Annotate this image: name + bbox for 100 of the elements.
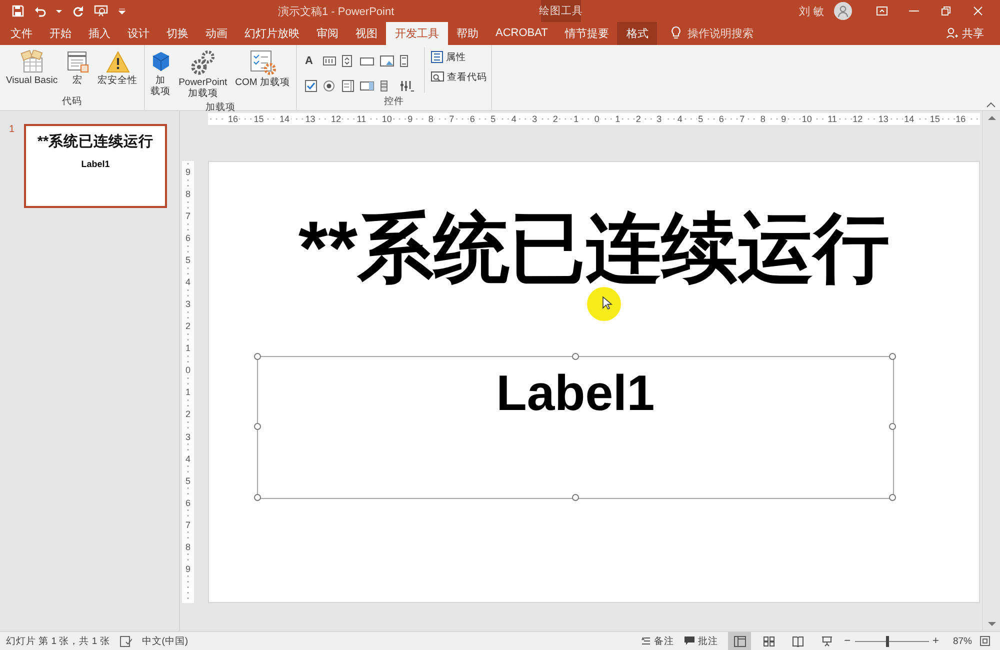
lightbulb-icon (671, 26, 682, 40)
resize-handle[interactable] (889, 423, 896, 430)
resize-handle[interactable] (254, 352, 261, 360)
ruler-number: 8 (184, 542, 192, 552)
ribbon-tab[interactable]: 开发工具 (386, 22, 448, 45)
ribbon-button-label[interactable]: 宏安全性 (98, 74, 138, 86)
code-editor-icon[interactable] (18, 50, 45, 74)
ruler-number: 5 (697, 114, 704, 124)
person-icon (946, 27, 958, 40)
ruler-number: 1 (184, 343, 192, 354)
option-button-icon[interactable] (322, 80, 335, 92)
label-text: Label1 (496, 364, 655, 423)
presentation-icon[interactable] (820, 636, 833, 646)
cursor-highlight-icon (586, 286, 622, 322)
resize-handle[interactable] (572, 352, 578, 360)
tell-me-search[interactable]: 操作说明搜索 (687, 26, 754, 41)
warning-icon[interactable] (106, 50, 130, 74)
more-controls-icon[interactable] (400, 80, 414, 92)
resize-handle[interactable] (572, 494, 578, 501)
check-box-icon[interactable] (304, 80, 317, 92)
resize-handle[interactable] (254, 423, 261, 430)
book-icon[interactable] (792, 636, 804, 646)
ribbon-tab[interactable]: 幻灯片放映 (236, 22, 308, 45)
ribbon-tab[interactable]: 开始 (41, 22, 80, 45)
ribbon-tab[interactable]: 帮助 (448, 22, 487, 45)
ruler-number: 12 (330, 114, 342, 124)
list-box-icon[interactable] (342, 80, 354, 92)
ribbon-button-label[interactable]: Visual Basic (6, 74, 58, 86)
cube-icon[interactable] (150, 50, 171, 74)
ribbon-tab[interactable]: 插入 (80, 22, 119, 45)
ruler-number: 7 (738, 114, 746, 124)
zoom-level[interactable]: 87% (952, 636, 972, 646)
ribbon-button-label[interactable]: COM 加载项 (235, 76, 290, 88)
spelling-check-icon[interactable] (120, 636, 132, 646)
macro-sheet-icon[interactable] (66, 50, 90, 74)
zoom-out-button[interactable]: − (844, 635, 851, 647)
ruler-number: 0 (184, 365, 192, 376)
ruler-number: 3 (531, 114, 538, 124)
label-control[interactable]: Label1 (257, 356, 894, 499)
ruler-number: 2 (634, 114, 642, 124)
resize-handle[interactable] (889, 494, 896, 501)
zoom-in-button[interactable]: + (932, 635, 939, 647)
slideshow-icon[interactable] (94, 5, 108, 17)
view-button[interactable] (728, 632, 752, 650)
ribbon-button[interactable]: 查看代码 (446, 70, 487, 84)
ribbon-button-label[interactable]: 加 载项 (150, 74, 171, 98)
combo-box-icon[interactable] (360, 80, 374, 92)
checklist-gear-icon[interactable] (248, 50, 277, 76)
spin-button-icon[interactable] (342, 55, 352, 68)
slide-thumbnail[interactable]: **系统已连续运行 Label1 (24, 124, 167, 208)
ribbon-button-label[interactable]: 宏 (72, 74, 83, 86)
ruler-number: 6 (184, 233, 192, 244)
command-button-icon[interactable] (360, 55, 374, 68)
redo-icon[interactable] (72, 5, 84, 17)
zoom-thumb[interactable] (886, 636, 890, 646)
ribbon-tab[interactable]: 格式 (617, 22, 658, 45)
scroll-bar-icon[interactable] (400, 55, 408, 68)
ruler-number: 4 (184, 277, 192, 288)
scroll-down-icon[interactable] (988, 622, 996, 627)
avatar[interactable] (834, 2, 852, 20)
ribbon-tab[interactable]: 切换 (158, 22, 197, 45)
ribbon-tab[interactable]: 情节提要 (556, 22, 618, 45)
ribbon-tab[interactable]: 动画 (197, 22, 236, 45)
label-control-button[interactable]: A (304, 55, 317, 68)
comments-button[interactable]: 批注 (698, 634, 718, 648)
ribbon-tab[interactable]: 文件 (2, 22, 41, 45)
properties-icon (430, 51, 443, 64)
ruler-number: 5 (184, 255, 192, 266)
ribbon-options-icon[interactable] (876, 5, 888, 17)
close-icon[interactable] (972, 5, 984, 17)
toggle-button-icon[interactable] (380, 80, 388, 92)
save-icon[interactable] (12, 5, 24, 17)
ribbon-button-label[interactable]: PowerPoint 加载项 (178, 76, 228, 100)
restore-icon[interactable] (940, 5, 952, 17)
ruler-number: 8 (427, 114, 434, 124)
ruler-number: 11 (356, 114, 368, 124)
ribbon-tab[interactable]: 审阅 (308, 22, 347, 45)
gears-icon[interactable] (188, 50, 217, 76)
language-indicator[interactable]: 中文(中国) (142, 634, 188, 648)
notes-button[interactable]: 备注 (654, 634, 674, 648)
image-control-icon[interactable] (380, 55, 394, 68)
context-tab-header: 绘图工具 (541, 0, 581, 22)
resize-handle[interactable] (889, 352, 896, 360)
ribbon-tab[interactable]: 视图 (347, 22, 386, 45)
scroll-up-icon[interactable] (988, 114, 996, 120)
undo-icon[interactable] (34, 5, 46, 17)
ribbon-tab[interactable]: 设计 (119, 22, 158, 45)
ruler-number: 10 (380, 114, 393, 124)
ruler-number: 9 (406, 114, 414, 124)
ribbon-tab[interactable]: ACROBAT (487, 22, 556, 45)
text-box-icon[interactable] (322, 55, 336, 68)
slide-sorter-icon[interactable] (762, 636, 775, 646)
fit-to-window-icon[interactable] (980, 636, 990, 646)
resize-handle[interactable] (254, 494, 261, 501)
collapse-ribbon-icon[interactable] (986, 102, 996, 108)
thumbnail-label: Label1 (81, 158, 110, 169)
ribbon-button[interactable]: 属性 (446, 50, 466, 64)
ruler-number: 9 (184, 564, 192, 574)
normal-view-icon[interactable] (734, 636, 746, 646)
share-button[interactable]: 共享 (962, 26, 984, 41)
